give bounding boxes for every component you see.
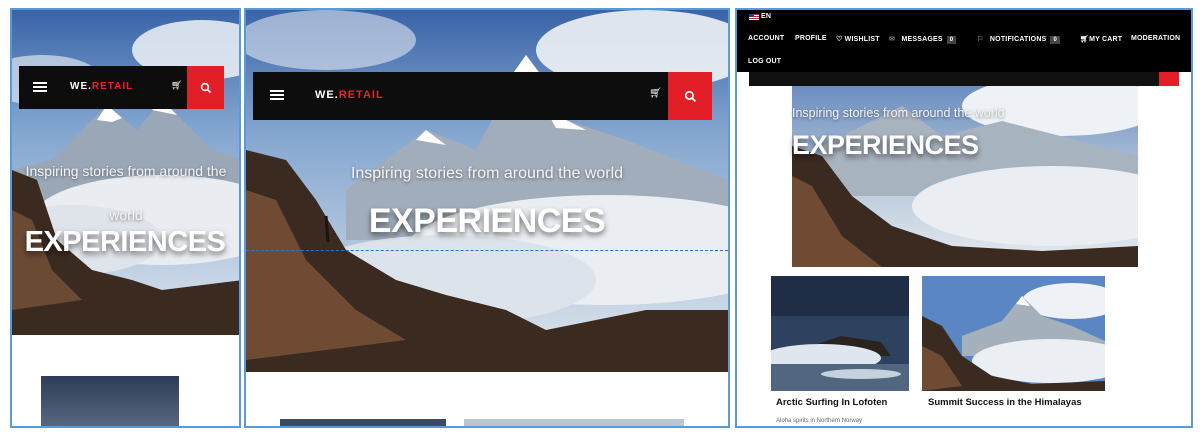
- account-bar: EN ACCOUNT PROFILE ♡ WISHLIST ✉ MESSAGES…: [737, 10, 1191, 72]
- card-image: [761, 276, 909, 391]
- profile-link[interactable]: PROFILE: [795, 35, 827, 42]
- hero-headline: EXPERIENCES: [792, 130, 979, 160]
- us-flag-icon: [749, 14, 759, 20]
- tablet-preview-panel: WE.RETAIL 🛒︎ Inspiring stories from arou…: [244, 8, 730, 428]
- logout-link[interactable]: LOG OUT: [748, 58, 781, 65]
- hamburger-icon[interactable]: [33, 82, 47, 92]
- hero-tagline: Inspiring stories from around the world: [350, 165, 624, 182]
- mobile-preview-panel: WE.RETAIL 🛒︎ Inspiring stories from arou…: [10, 8, 241, 428]
- moderation-link[interactable]: MODERATION: [1131, 35, 1180, 42]
- cart-icon: 🛒︎: [1080, 36, 1090, 43]
- search-icon: [200, 82, 211, 93]
- search-button[interactable]: [187, 66, 224, 109]
- language-selector[interactable]: EN: [761, 13, 771, 20]
- brand-logo[interactable]: WE.RETAIL: [70, 81, 133, 92]
- brand-logo[interactable]: WE.RETAIL: [315, 89, 384, 101]
- wishlist-link[interactable]: ♡ WISHLIST: [836, 35, 880, 43]
- story-card[interactable]: Arctic Surfing In Lofoten Aloha spirits …: [761, 276, 909, 426]
- messages-link[interactable]: ✉ MESSAGES 0: [889, 35, 957, 44]
- notifications-count-badge: 0: [1050, 36, 1060, 44]
- search-button[interactable]: [668, 72, 712, 120]
- search-button[interactable]: [1159, 72, 1179, 86]
- card-thumbnail[interactable]: [280, 419, 446, 426]
- flag-icon: ⚐: [977, 36, 984, 43]
- hero-tagline: Inspiring stories from around the world: [25, 163, 227, 223]
- envelope-icon: ✉: [889, 36, 896, 43]
- card-subtitle: Aloha spirits in Northern Norway: [776, 418, 863, 424]
- my-cart-link[interactable]: 🛒︎MY CART: [1080, 35, 1122, 43]
- card-thumbnail[interactable]: [41, 376, 179, 426]
- header-nav-bar: [749, 72, 1159, 86]
- notifications-link[interactable]: ⚐ NOTIFICATIONS 0: [977, 35, 1060, 44]
- cart-icon[interactable]: 🛒︎: [649, 88, 662, 99]
- hero-tagline: Inspiring stories from around the world: [792, 106, 1005, 120]
- heart-icon: ♡: [836, 36, 843, 43]
- card-title[interactable]: Arctic Surfing In Lofoten: [776, 397, 887, 408]
- header-nav-bar: WE.RETAIL 🛒︎: [19, 66, 187, 109]
- hero-headline: EXPERIENCES: [368, 202, 606, 240]
- hamburger-icon[interactable]: [270, 90, 284, 100]
- account-link[interactable]: ACCOUNT: [748, 35, 784, 42]
- story-card[interactable]: Summit Success in the Himalayas: [922, 276, 1132, 426]
- desktop-preview-panel: EN ACCOUNT PROFILE ♡ WISHLIST ✉ MESSAGES…: [735, 8, 1193, 428]
- search-icon: [684, 90, 696, 102]
- header-nav-bar: WE.RETAIL 🛒︎: [253, 72, 668, 120]
- card-title[interactable]: Summit Success in the Himalayas: [928, 397, 1082, 408]
- cart-icon[interactable]: 🛒︎: [171, 80, 182, 91]
- hero-headline: EXPERIENCES: [24, 226, 226, 258]
- card-image: [922, 276, 1132, 391]
- card-thumbnail[interactable]: [464, 419, 684, 426]
- messages-count-badge: 0: [946, 36, 957, 44]
- hero-image: [246, 10, 728, 372]
- section-boundary-guide: [246, 250, 728, 251]
